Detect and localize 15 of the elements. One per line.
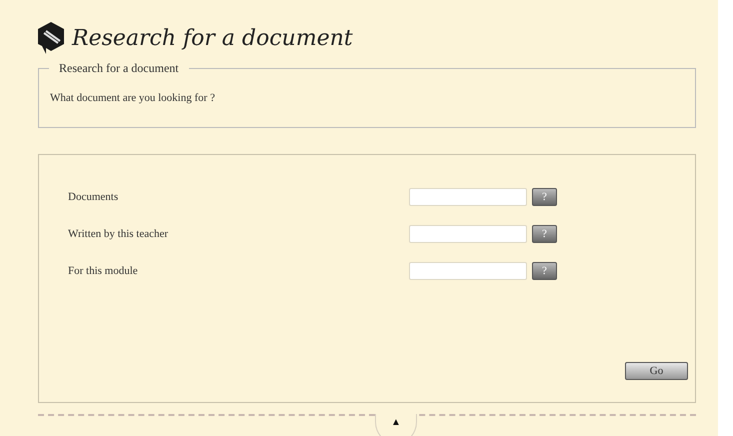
panel-legend: Research for a document (49, 61, 189, 76)
input-field[interactable] (409, 188, 527, 206)
go-button[interactable]: Go (625, 362, 688, 380)
input-field[interactable] (409, 262, 527, 280)
question-text: What document are you looking for ? (50, 92, 215, 104)
field-label: Written by this teacher (68, 228, 170, 240)
collapse-toggle[interactable]: ▲ (375, 414, 417, 436)
logo-icon (36, 21, 66, 55)
help-button[interactable]: ? (532, 188, 557, 206)
help-button[interactable]: ? (532, 262, 557, 280)
field-label: Documents (68, 190, 120, 202)
page-title: Research for a document (72, 26, 353, 50)
field-label: For this module (68, 264, 139, 276)
input-field[interactable] (409, 224, 527, 242)
help-button[interactable]: ? (532, 224, 557, 242)
